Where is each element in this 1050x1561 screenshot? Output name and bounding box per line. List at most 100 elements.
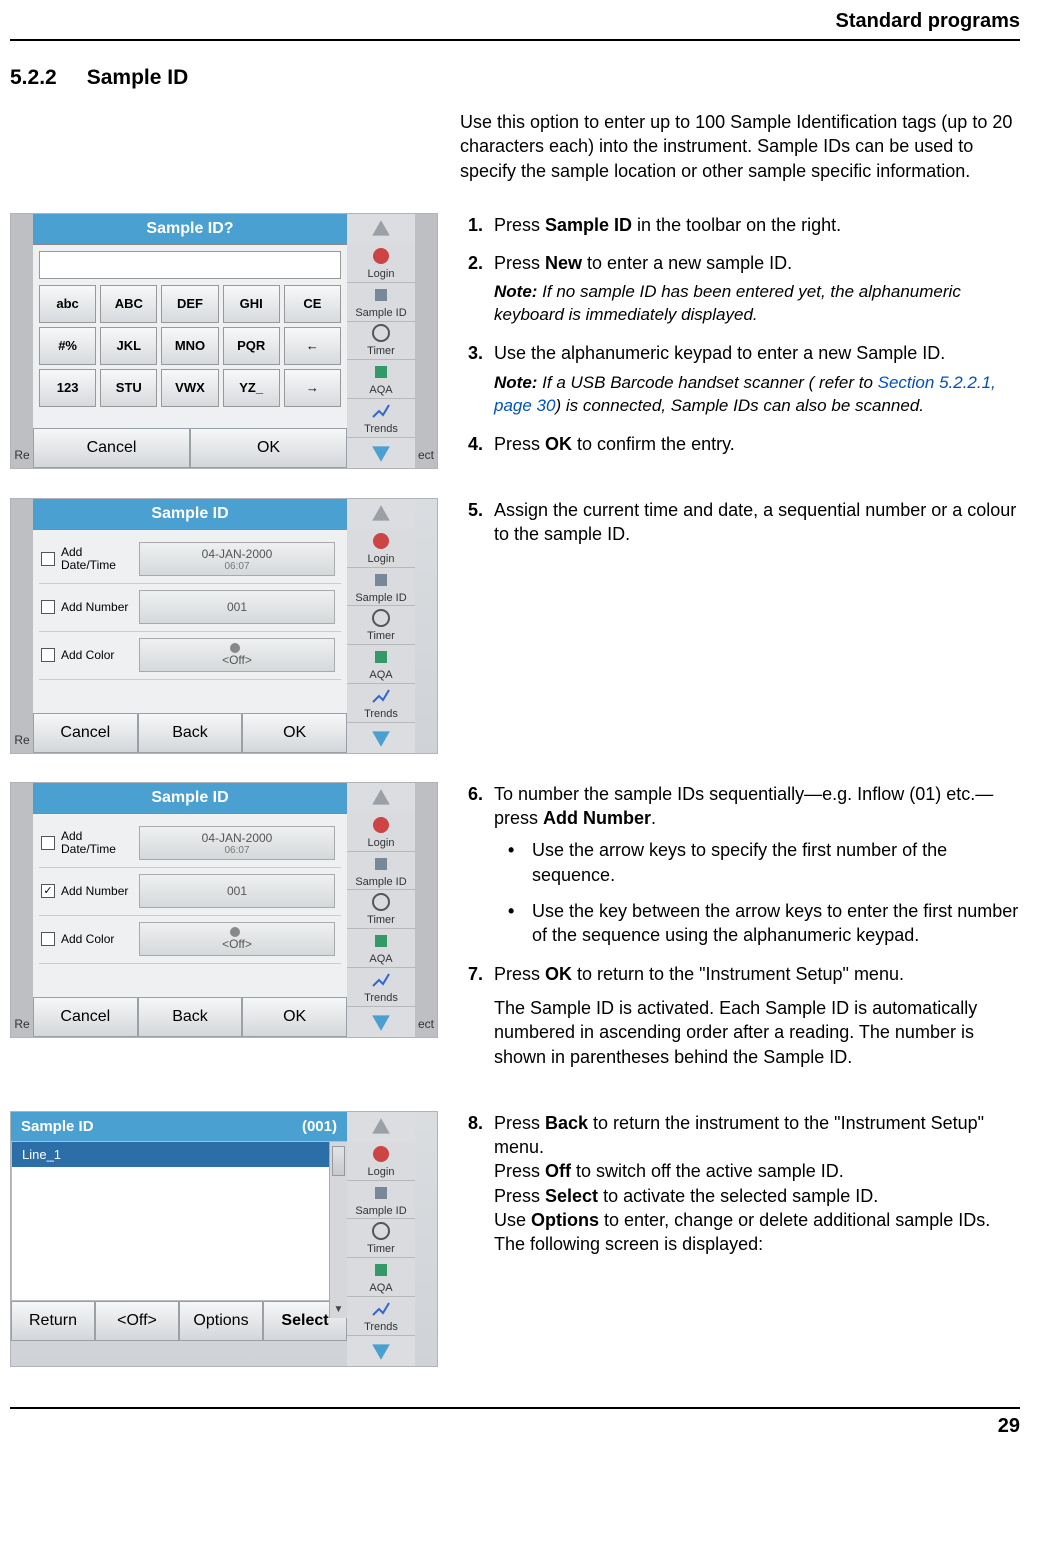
- nav-down-icon[interactable]: [347, 1336, 415, 1366]
- list-item-sub: [12, 1167, 346, 1175]
- sidebar-aqa[interactable]: AQA: [347, 360, 415, 399]
- sidebar-aqa[interactable]: AQA: [347, 1258, 415, 1297]
- color-value-button[interactable]: <Off>: [139, 638, 335, 672]
- ok-button[interactable]: OK: [190, 428, 347, 468]
- add-color-checkbox[interactable]: [41, 648, 55, 662]
- sidebar-sample-id[interactable]: Sample ID: [347, 283, 415, 322]
- options-button[interactable]: Options: [179, 1301, 263, 1341]
- edge-label: Re: [11, 214, 33, 468]
- intro-paragraph: Use this option to enter up to 100 Sampl…: [460, 110, 1020, 183]
- sidebar-trends[interactable]: Trends: [347, 684, 415, 723]
- nav-up-icon[interactable]: [347, 783, 415, 813]
- back-button[interactable]: Back: [138, 997, 243, 1037]
- add-number-checkbox[interactable]: [41, 884, 55, 898]
- add-color-checkbox[interactable]: [41, 932, 55, 946]
- key-MNO[interactable]: MNO: [161, 327, 218, 365]
- key-STU[interactable]: STU: [100, 369, 157, 407]
- sidebar-sample-id[interactable]: Sample ID: [347, 568, 415, 607]
- nav-up-icon[interactable]: [347, 214, 415, 244]
- datetime-value-button[interactable]: 04-JAN-200006:07: [139, 826, 335, 860]
- header-rule: [10, 39, 1020, 41]
- nav-down-icon[interactable]: [347, 723, 415, 753]
- scroll-thumb[interactable]: [332, 1146, 345, 1176]
- nav-up-icon[interactable]: [347, 1112, 415, 1142]
- sidebar-trends[interactable]: Trends: [347, 399, 415, 438]
- section-title: Sample ID: [87, 66, 189, 89]
- key-fwd[interactable]: →: [284, 369, 341, 407]
- step-4: Press OK to confirm the entry.: [488, 432, 1020, 456]
- edge-label: ect: [415, 783, 437, 1037]
- sidebar-aqa[interactable]: AQA: [347, 929, 415, 968]
- key-ABC[interactable]: ABC: [100, 285, 157, 323]
- ok-button[interactable]: OK: [242, 713, 347, 753]
- key-CE[interactable]: CE: [284, 285, 341, 323]
- sidebar-timer[interactable]: Timer: [347, 890, 415, 929]
- sidebar-login[interactable]: Login: [347, 1142, 415, 1181]
- list-scrollbar[interactable]: ▲ ▼: [329, 1142, 347, 1318]
- page-number: 29: [10, 1415, 1020, 1438]
- dialog-title: Sample ID: [33, 499, 347, 530]
- color-value-button[interactable]: <Off>: [139, 922, 335, 956]
- nav-down-icon[interactable]: [347, 1007, 415, 1037]
- list-item[interactable]: Line_1: [12, 1142, 346, 1167]
- step-8: Press Back to return the instrument to t…: [488, 1111, 1020, 1257]
- key-123[interactable]: 123: [39, 369, 96, 407]
- sidebar-aqa[interactable]: AQA: [347, 645, 415, 684]
- step-6-bullet-2: Use the key between the arrow keys to en…: [508, 899, 1020, 948]
- cancel-button[interactable]: Cancel: [33, 997, 138, 1037]
- off-button[interactable]: <Off>: [95, 1301, 179, 1341]
- add-color-label: Add Color: [61, 933, 133, 946]
- screenshot-sample-list: Sample ID (001) Line_1 Return <Off> Opti…: [10, 1111, 438, 1367]
- ok-button[interactable]: OK: [242, 997, 347, 1037]
- step-7-para: The Sample ID is activated. Each Sample …: [494, 996, 1020, 1069]
- edge-label: Re: [11, 499, 33, 753]
- step-1: Press Sample ID in the toolbar on the ri…: [488, 213, 1020, 237]
- add-number-label: Add Number: [61, 601, 133, 614]
- key-GHI[interactable]: GHI: [223, 285, 280, 323]
- sidebar-trends[interactable]: Trends: [347, 968, 415, 1007]
- dialog-title: Sample ID?: [33, 214, 347, 245]
- screenshot-options-checked: Re Sample ID Add Date/Time 04-JAN-200006…: [10, 782, 438, 1038]
- sidebar-timer[interactable]: Timer: [347, 322, 415, 361]
- cancel-button[interactable]: Cancel: [33, 428, 190, 468]
- add-datetime-checkbox[interactable]: [41, 552, 55, 566]
- color-dot-icon: [230, 927, 240, 937]
- sample-id-input[interactable]: [39, 251, 341, 279]
- section-number: 5.2.2: [10, 66, 57, 90]
- sidebar-trends[interactable]: Trends: [347, 1297, 415, 1336]
- key-back[interactable]: ←: [284, 327, 341, 365]
- add-datetime-checkbox[interactable]: [41, 836, 55, 850]
- key-PQR[interactable]: PQR: [223, 327, 280, 365]
- key-JKL[interactable]: JKL: [100, 327, 157, 365]
- edge-label: ect: [415, 214, 437, 468]
- sidebar-timer[interactable]: Timer: [347, 606, 415, 645]
- note-1: Note: If no sample ID has been entered y…: [494, 281, 1020, 327]
- step-2: Press New to enter a new sample ID. Note…: [488, 251, 1020, 327]
- nav-up-icon[interactable]: [347, 499, 415, 529]
- key-YZ[interactable]: YZ_: [223, 369, 280, 407]
- key-hash[interactable]: #%: [39, 327, 96, 365]
- sidebar-login[interactable]: Login: [347, 529, 415, 568]
- number-value-button[interactable]: 001: [139, 590, 335, 624]
- back-button[interactable]: Back: [138, 713, 243, 753]
- sidebar-timer[interactable]: Timer: [347, 1219, 415, 1258]
- color-dot-icon: [230, 643, 240, 653]
- number-value-button[interactable]: 001: [139, 874, 335, 908]
- sidebar-login[interactable]: Login: [347, 813, 415, 852]
- nav-down-icon[interactable]: [347, 438, 415, 468]
- cancel-button[interactable]: Cancel: [33, 713, 138, 753]
- return-button[interactable]: Return: [11, 1301, 95, 1341]
- sidebar-sample-id[interactable]: Sample ID: [347, 1181, 415, 1220]
- sidebar-sample-id[interactable]: Sample ID: [347, 852, 415, 891]
- sidebar-login[interactable]: Login: [347, 244, 415, 283]
- edge-label: Re: [11, 783, 33, 1037]
- key-abc[interactable]: abc: [39, 285, 96, 323]
- step-5: Assign the current time and date, a sequ…: [488, 498, 1020, 547]
- step-6-bullet-1: Use the arrow keys to specify the first …: [508, 838, 1020, 887]
- screenshot-options-unchecked: Re Sample ID Add Date/Time 04-JAN-200006…: [10, 498, 438, 754]
- datetime-value-button[interactable]: 04-JAN-200006:07: [139, 542, 335, 576]
- scroll-down-icon[interactable]: ▼: [330, 1302, 347, 1318]
- add-number-checkbox[interactable]: [41, 600, 55, 614]
- key-DEF[interactable]: DEF: [161, 285, 218, 323]
- key-VWX[interactable]: VWX: [161, 369, 218, 407]
